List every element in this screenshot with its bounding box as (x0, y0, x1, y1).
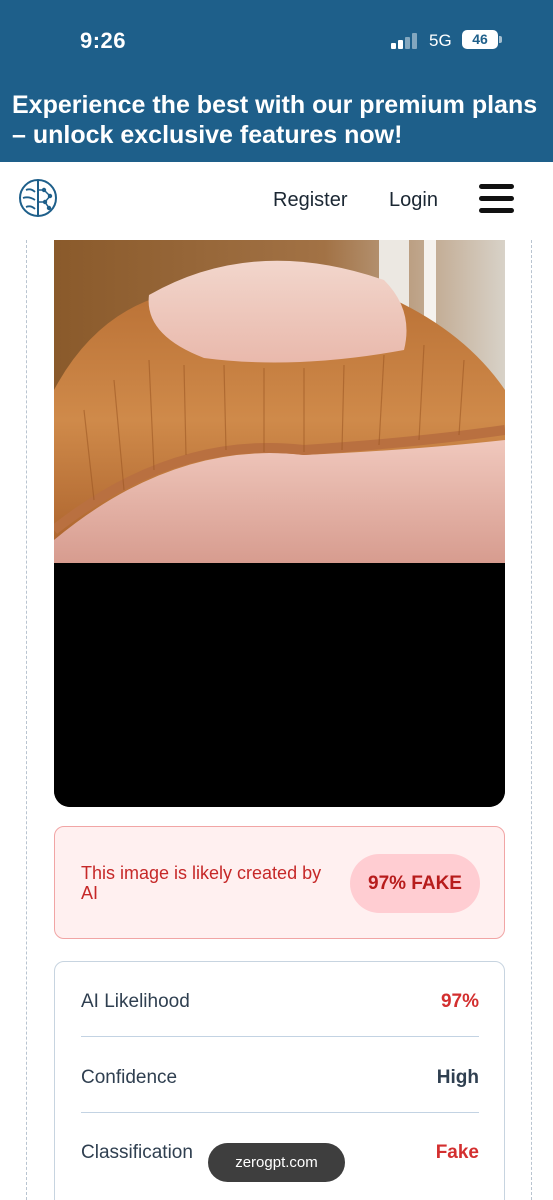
ai-detection-result: This image is likely created by AI 97% F… (54, 826, 505, 939)
battery-icon: 46 (462, 30, 498, 49)
status-time: 9:26 (80, 28, 127, 53)
stat-label: AI Likelihood (81, 991, 190, 1012)
fake-score-badge: 97% FAKE (350, 854, 480, 913)
brain-icon[interactable] (18, 178, 58, 218)
register-link[interactable]: Register (273, 189, 347, 212)
stat-row-confidence: Confidence High (81, 1038, 479, 1113)
login-link[interactable]: Login (389, 189, 438, 212)
browser-url-pill[interactable]: zerogpt.com (208, 1143, 345, 1182)
stat-label: Classification (81, 1142, 193, 1163)
stat-value: Fake (435, 1142, 479, 1163)
stat-value: 97% (440, 991, 479, 1012)
analyzed-photo (54, 240, 505, 807)
stat-value: High (436, 1067, 479, 1088)
network-type: 5G (429, 31, 452, 50)
stat-divider (81, 1036, 479, 1037)
navbar: Register Login (0, 162, 553, 240)
battery-tip (499, 36, 502, 43)
status-bar: 9:26 5G 46 (0, 0, 553, 84)
stat-row-ai-likelihood: AI Likelihood 97% (81, 962, 479, 1037)
premium-promo-banner[interactable]: Experience the best with our premium pla… (12, 90, 547, 150)
cellular-signal-icon (391, 33, 419, 49)
stat-label: Confidence (81, 1067, 178, 1088)
uploaded-image-preview (54, 240, 505, 807)
hamburger-menu-icon[interactable] (479, 184, 514, 214)
result-message: This image is likely created by AI (81, 863, 322, 903)
